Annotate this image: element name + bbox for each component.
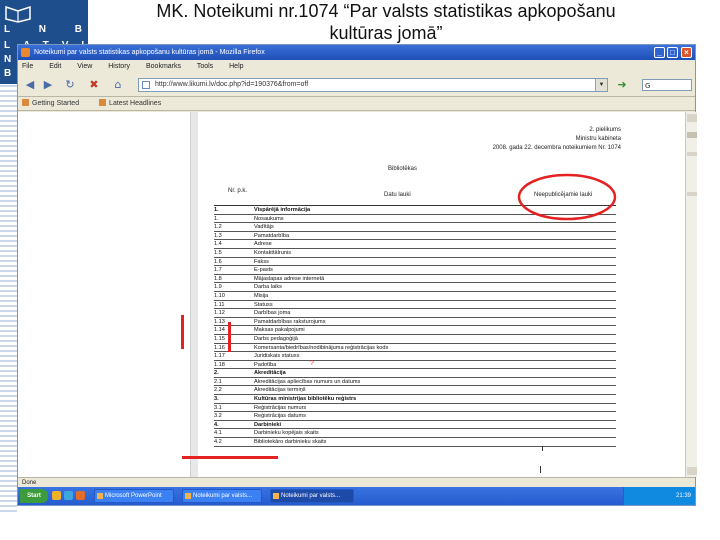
annotation-ellipse: [517, 173, 617, 221]
annotation-ellipse-shape: [517, 173, 617, 221]
slide: L N B LATVIJAS NA BI MK. Noteikumi nr.10…: [0, 0, 720, 540]
annotation-bar: [228, 322, 231, 352]
annotation-bar: [181, 315, 184, 349]
annotation-underline: [182, 456, 278, 459]
